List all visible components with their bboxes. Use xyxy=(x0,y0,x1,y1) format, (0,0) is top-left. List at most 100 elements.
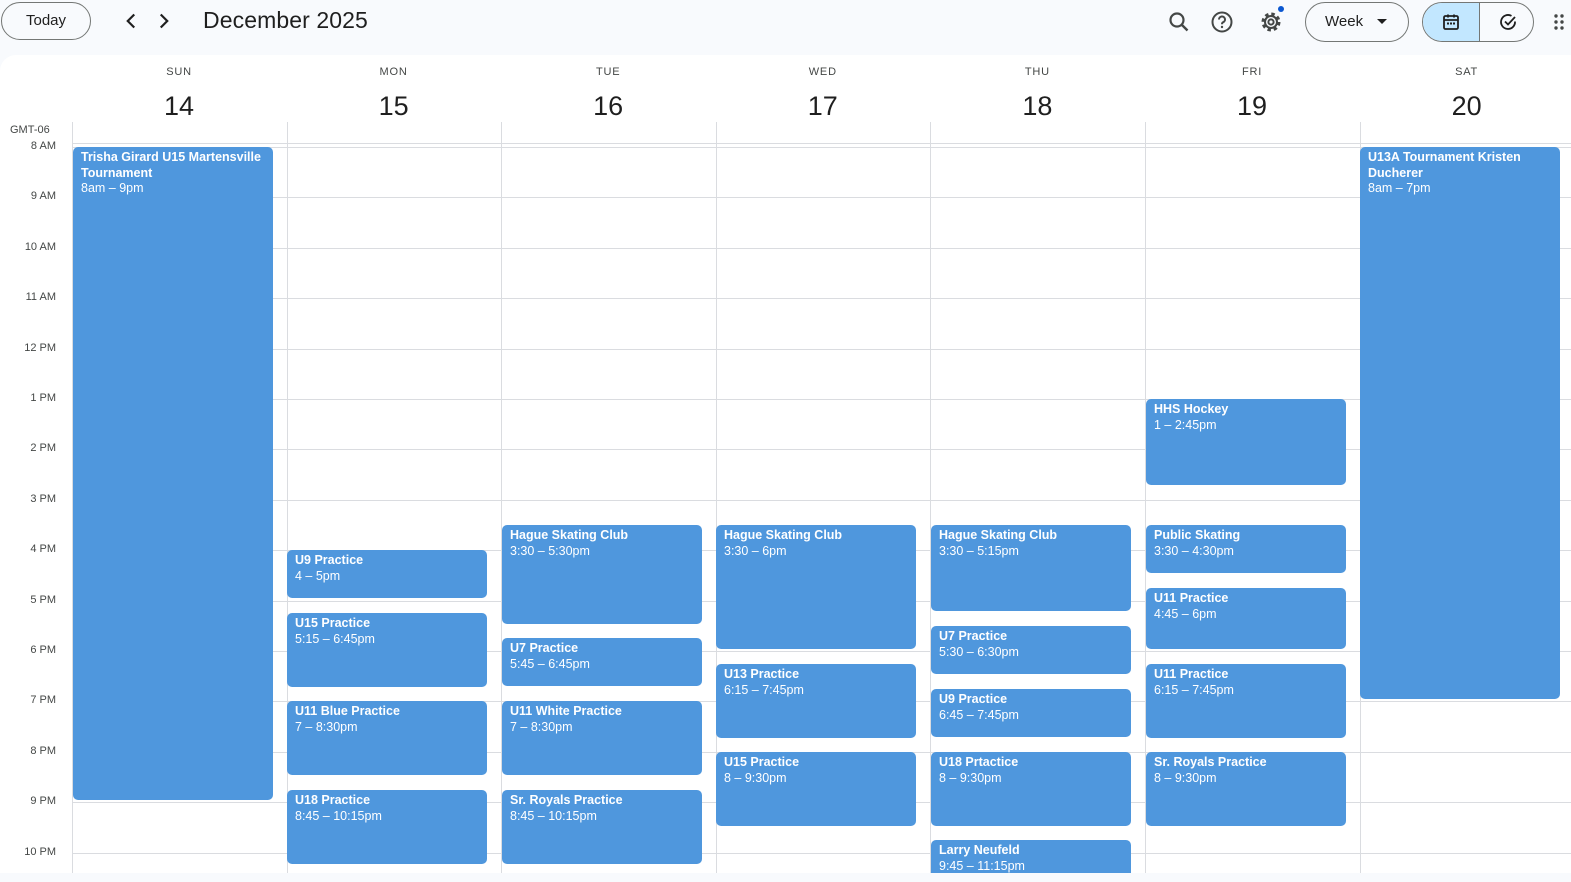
calendar-event[interactable]: U18 Practice 8:45 – 10:15pm xyxy=(287,790,487,864)
header-separator xyxy=(501,122,502,144)
calendar-icon[interactable] xyxy=(1423,3,1479,41)
event-time: 8am – 7pm xyxy=(1368,181,1431,195)
hour-gridline xyxy=(72,147,1571,148)
event-title: U15 Practice xyxy=(295,616,371,630)
event-time: 8 – 9:30pm xyxy=(1154,770,1217,785)
calendar-event[interactable]: U9 Practice 6:45 – 7:45pm xyxy=(931,689,1131,737)
day-header[interactable]: FRI 19 xyxy=(1145,55,1359,145)
event-time: 9:45 – 11:15pm xyxy=(939,858,1025,873)
header-separator xyxy=(1360,122,1361,144)
event-title: U13A Tournament Kristen Ducherer xyxy=(1368,150,1521,180)
day-name: FRI xyxy=(1241,66,1263,78)
calendar-event[interactable]: Public Skating 3:30 – 4:30pm xyxy=(1146,525,1346,573)
calendar-event[interactable]: Larry Neufeld 9:45 – 11:15pm xyxy=(931,840,1131,873)
hour-label: 12 PM xyxy=(24,341,56,354)
calendar-event[interactable]: U11 White Practice 7 – 8:30pm xyxy=(502,701,702,775)
hour-label: 2 PM xyxy=(30,442,56,455)
hour-gridline xyxy=(72,449,1571,450)
apps-grid-icon[interactable] xyxy=(1553,12,1567,32)
search-icon[interactable] xyxy=(1164,7,1194,37)
calendar-event[interactable]: U15 Practice 5:15 – 6:45pm xyxy=(287,613,487,687)
calendar-event[interactable]: U7 Practice 5:45 – 6:45pm xyxy=(502,638,702,686)
event-title: Larry Neufeld xyxy=(939,843,1020,857)
day-header[interactable]: THU 18 xyxy=(930,55,1144,145)
hour-label: 10 PM xyxy=(24,845,56,858)
day-header[interactable]: SAT 20 xyxy=(1360,55,1571,145)
hour-label: 8 AM xyxy=(30,140,56,152)
day-number[interactable]: 18 xyxy=(930,91,1144,122)
calendar-event[interactable]: HHS Hockey 1 – 2:45pm xyxy=(1146,399,1346,485)
event-title: U18 Prtactice xyxy=(939,755,1019,769)
event-time: 3:30 – 4:30pm xyxy=(1154,543,1234,558)
event-title: Sr. Royals Practice xyxy=(510,793,623,807)
hour-gridline xyxy=(72,349,1571,350)
help-icon[interactable] xyxy=(1207,7,1237,37)
hour-gridline xyxy=(72,399,1571,400)
timezone-label: GMT-06 xyxy=(10,124,50,136)
day-header[interactable]: TUE 16 xyxy=(501,55,715,145)
day-number[interactable]: 16 xyxy=(501,91,715,122)
chevron-left-icon[interactable] xyxy=(118,8,144,34)
header-separator xyxy=(716,122,717,144)
day-number[interactable]: 20 xyxy=(1360,91,1571,122)
today-button[interactable]: Today xyxy=(1,2,91,40)
event-title: Trisha Girard U15 Martensville Tournamen… xyxy=(81,150,261,180)
task-check-icon[interactable] xyxy=(1479,3,1533,41)
event-title: U11 Practice xyxy=(1154,591,1229,605)
calendar-event[interactable]: Hague Skating Club 3:30 – 6pm xyxy=(716,525,916,649)
day-number[interactable]: 17 xyxy=(716,91,930,122)
calendar-event[interactable]: U9 Practice 4 – 5pm xyxy=(287,550,487,598)
event-title: U15 Practice xyxy=(724,755,800,769)
calendar-event[interactable]: U18 Prtactice 8 – 9:30pm xyxy=(931,752,1131,826)
view-select[interactable]: Week xyxy=(1305,2,1409,42)
hour-label: 4 PM xyxy=(30,543,56,556)
event-time: 5:15 – 6:45pm xyxy=(295,631,375,646)
event-time: 7 – 8:30pm xyxy=(510,719,573,734)
calendar-event[interactable]: Hague Skating Club 3:30 – 5:15pm xyxy=(931,525,1131,611)
day-header[interactable]: WED 17 xyxy=(716,55,930,145)
event-title: U9 Practice xyxy=(295,553,364,567)
hour-gridline xyxy=(72,197,1571,198)
calendar-event[interactable]: Trisha Girard U15 Martensville Tournamen… xyxy=(73,147,273,800)
day-number[interactable]: 14 xyxy=(72,91,286,122)
calendar-event[interactable]: Hague Skating Club 3:30 – 5:30pm xyxy=(502,525,702,624)
event-time: 3:30 – 6pm xyxy=(724,543,787,558)
event-title: Hague Skating Club xyxy=(939,528,1058,542)
event-time: 4 – 5pm xyxy=(295,568,341,583)
day-number[interactable]: 19 xyxy=(1145,91,1359,122)
top-toolbar: Today December 2025 Week xyxy=(0,0,1571,44)
day-name: WED xyxy=(808,66,837,78)
view-select-label: Week xyxy=(1325,13,1364,30)
calendar-event[interactable]: U11 Practice 4:45 – 6pm xyxy=(1146,588,1346,649)
caret-down-icon xyxy=(1377,19,1387,24)
calendar-event[interactable]: U7 Practice 5:30 – 6:30pm xyxy=(931,626,1131,674)
event-time: 1 – 2:45pm xyxy=(1154,417,1217,432)
calendar-event[interactable]: U15 Practice 8 – 9:30pm xyxy=(716,752,916,826)
day-header[interactable]: SUN 14 xyxy=(72,55,286,145)
day-header[interactable]: MON 15 xyxy=(287,55,501,145)
chevron-right-icon[interactable] xyxy=(151,8,177,34)
event-time: 3:30 – 5:15pm xyxy=(939,543,1019,558)
calendar-event[interactable]: Sr. Royals Practice 8:45 – 10:15pm xyxy=(502,790,702,864)
hour-label: 10 AM xyxy=(24,240,56,253)
calendar-event[interactable]: U11 Practice 6:15 – 7:45pm xyxy=(1146,664,1346,738)
calendar-event[interactable]: U13 Practice 6:15 – 7:45pm xyxy=(716,664,916,738)
event-time: 6:15 – 7:45pm xyxy=(1154,682,1234,697)
event-title: Sr. Royals Practice xyxy=(1154,755,1267,769)
calendar-event[interactable]: U11 Blue Practice 7 – 8:30pm xyxy=(287,701,487,775)
hour-gridline xyxy=(72,298,1571,299)
day-name: THU xyxy=(1024,66,1050,78)
day-number[interactable]: 15 xyxy=(287,91,501,122)
event-title: U11 Practice xyxy=(1154,667,1229,681)
event-title: U11 Blue Practice xyxy=(295,704,400,718)
header-separator xyxy=(72,122,73,144)
event-time: 4:45 – 6pm xyxy=(1154,606,1217,621)
event-time: 5:45 – 6:45pm xyxy=(510,656,590,671)
hour-label: 11 AM xyxy=(25,291,56,304)
event-time: 8am – 9pm xyxy=(81,181,144,195)
calendar-event[interactable]: U13A Tournament Kristen Ducherer 8am – 7p… xyxy=(1360,147,1560,699)
calendar-event[interactable]: Sr. Royals Practice 8 – 9:30pm xyxy=(1146,752,1346,826)
event-title: U9 Practice xyxy=(939,692,1008,706)
view-toggle xyxy=(1422,2,1534,42)
event-time: 6:15 – 7:45pm xyxy=(724,682,804,697)
